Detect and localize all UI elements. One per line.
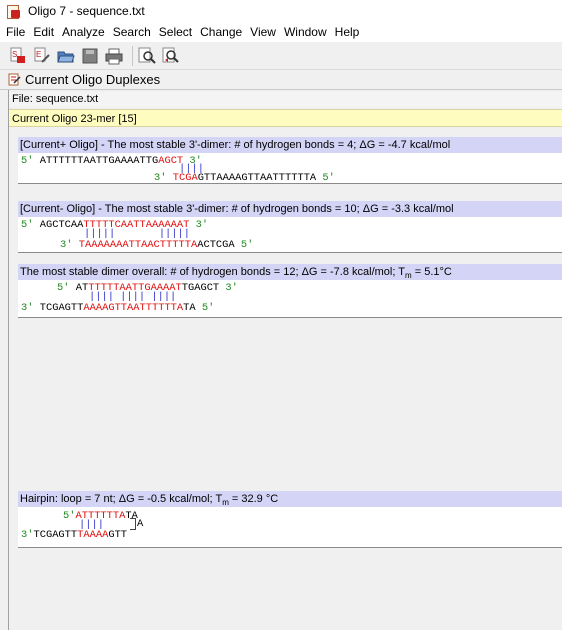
strand-black: ATTTTTTAATTGAAAATTG <box>39 155 159 167</box>
bottom-strand: 3' TCGAGTTAAAAGTTAATTTTTTATA 5' <box>21 303 214 314</box>
top-strand: 5' ATTTTTTAATTGAAAATTGAGCT 3' <box>21 156 202 167</box>
tm-subscript: m <box>405 271 412 280</box>
save-icon <box>82 48 98 63</box>
three-prime-label: 3' <box>195 219 209 231</box>
header-text-tail: = 5.1°C <box>411 266 452 278</box>
edit-sequence-icon: E <box>34 47 50 63</box>
menu-bar: File Edit Analyze Search Select Change V… <box>0 22 562 42</box>
three-prime-label: 3' <box>60 239 73 251</box>
header-text-tail: = 32.9 °C <box>228 493 279 505</box>
window-title: Oligo 7 - sequence.txt <box>28 4 145 18</box>
hairpin-section: Hairpin: loop = 7 nt; ΔG = -0.5 kcal/mol… <box>18 491 562 548</box>
three-prime-label: 3' <box>225 282 238 294</box>
open-folder-icon <box>57 51 75 62</box>
toolbar-separator <box>132 45 133 66</box>
dimer-alignment: 5' AGCTCAATTTTTCAATTAAAAAAT 3' ||||| |||… <box>18 217 562 252</box>
dimer-alignment: 5' ATTTTTTAATTGAAAATTGAGCT 3' |||| 3' TC… <box>18 153 562 184</box>
bottom-strand: 3' TAAAAAAATTAACTTTTTAACTCGA 5' <box>60 240 253 251</box>
strand-black-tail: GTT <box>108 529 128 541</box>
duplexes-panel: File: sequence.txt Current Oligo 23-mer … <box>8 90 562 630</box>
three-prime-label: 3' <box>21 529 34 541</box>
five-prime-label: 5' <box>21 155 34 167</box>
strand-match: TAAAA <box>77 529 109 541</box>
header-text: The most stable dimer overall: # of hydr… <box>20 266 405 278</box>
three-prime-label: 3' <box>154 172 167 184</box>
current-oligo-line: Current Oligo 23-mer [15] <box>9 109 562 127</box>
bottom-strand: 3'TCGAGTTTAAAAGTT <box>21 530 127 541</box>
strand-match: TAAAAAAATTAACTTTTTA <box>78 239 198 251</box>
panel-title-bar: Current Oligo Duplexes <box>0 70 562 90</box>
find-next-button[interactable] <box>161 46 181 66</box>
find-button[interactable] <box>137 46 157 66</box>
menu-help[interactable]: Help <box>331 22 364 42</box>
edit-sequence-button[interactable]: E <box>32 46 52 66</box>
menu-analyze[interactable]: Analyze <box>58 22 109 42</box>
panel-title: Current Oligo Duplexes <box>25 72 161 87</box>
svg-text:E: E <box>36 50 41 59</box>
open-button[interactable] <box>56 46 76 66</box>
current-plus-dimer-section: [Current+ Oligo] - The most stable 3'-di… <box>18 137 562 184</box>
tm-subscript: m <box>222 498 229 507</box>
toolbar: S E <box>0 42 562 70</box>
find-next-icon <box>162 47 179 63</box>
new-sequence-button[interactable]: S <box>8 46 28 66</box>
section-header: [Current- Oligo] - The most stable 3'-di… <box>18 201 562 217</box>
print-button[interactable] <box>104 46 124 66</box>
section-header: [Current+ Oligo] - The most stable 3'-di… <box>18 137 562 153</box>
strand-black: GTTAAAAGTTAATTTTTTA <box>197 172 317 184</box>
five-prime-label: 5' <box>57 282 70 294</box>
loop-base: A <box>137 518 144 530</box>
menu-edit[interactable]: Edit <box>29 22 58 42</box>
header-text: Hairpin: loop = 7 nt; ΔG = -0.5 kcal/mol… <box>20 493 223 505</box>
most-stable-dimer-section: The most stable dimer overall: # of hydr… <box>18 264 562 318</box>
menu-view[interactable]: View <box>246 22 280 42</box>
strand-match: TCGA <box>172 172 198 184</box>
title-bar: Oligo 7 - sequence.txt <box>0 0 562 22</box>
save-button[interactable] <box>80 46 100 66</box>
strand-black: AGCTCAA <box>39 219 84 231</box>
strand-black-tail: TGAGCT <box>181 282 220 294</box>
five-prime-label: 5' <box>240 239 254 251</box>
menu-change[interactable]: Change <box>196 22 246 42</box>
menu-search[interactable]: Search <box>109 22 155 42</box>
menu-select[interactable]: Select <box>155 22 196 42</box>
menu-window[interactable]: Window <box>280 22 331 42</box>
find-icon <box>138 47 156 64</box>
five-prime-label: 5' <box>322 172 335 184</box>
bottom-strand: 3' TCGAGTTAAAAGTTAATTTTTTA 5' <box>154 173 335 184</box>
hydrogen-bond-bars: |||| |||| |||| <box>89 291 177 303</box>
three-prime-label: 3' <box>21 302 34 314</box>
strand-match: AAAAGTTAATTTTTTA <box>83 302 184 314</box>
print-icon <box>105 48 123 64</box>
hairpin-alignment: 5'ATTTTTTATA |||| A 3'TCGAGTTTAAAAGTT <box>18 507 562 547</box>
new-sequence-icon: S <box>10 47 25 63</box>
current-minus-dimer-section: [Current- Oligo] - The most stable 3'-di… <box>18 201 562 253</box>
oligo-app-icon <box>6 4 20 19</box>
hydrogen-bond-bars: ||||| ||||| <box>84 228 191 240</box>
duplex-panel-icon <box>7 73 21 87</box>
hairpin-loop-connector <box>130 518 136 530</box>
five-prime-label: 5' <box>21 219 34 231</box>
menu-file[interactable]: File <box>2 22 29 42</box>
file-name-line: File: sequence.txt <box>9 92 562 107</box>
section-header: The most stable dimer overall: # of hydr… <box>18 264 562 280</box>
strand-black-tail: TA <box>183 302 196 314</box>
strand-black: AT <box>75 282 89 294</box>
dimer-alignment: 5' ATTTTTTAATTGAAAATTGAGCT 3' |||| |||| … <box>18 280 562 317</box>
svg-text:S: S <box>12 50 17 59</box>
section-header: Hairpin: loop = 7 nt; ΔG = -0.5 kcal/mol… <box>18 491 562 507</box>
strand-black: TCGAGTT <box>33 529 78 541</box>
five-prime-label: 5' <box>201 302 215 314</box>
five-prime-label: 5' <box>63 510 76 522</box>
strand-black: ACTCGA <box>197 239 235 251</box>
strand-black: TCGAGTT <box>39 302 84 314</box>
